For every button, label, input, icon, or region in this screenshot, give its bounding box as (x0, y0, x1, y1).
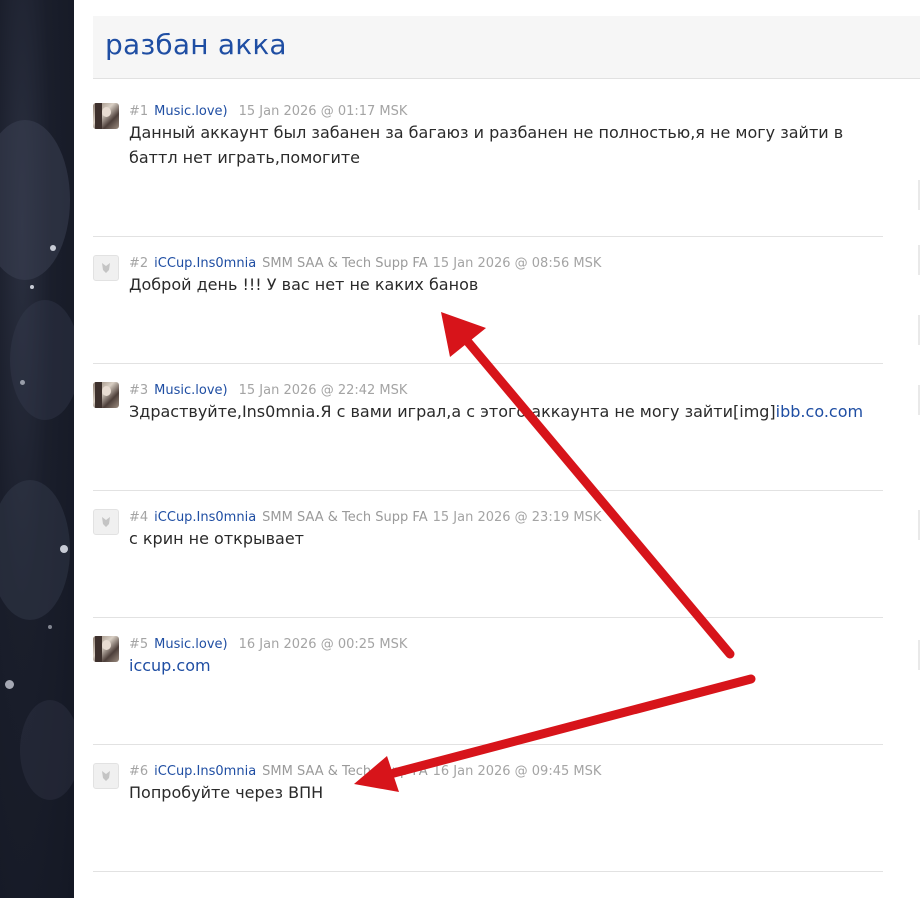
post-separator (93, 490, 883, 491)
user-avatar[interactable] (93, 763, 119, 789)
post-meta: #3 Music.love) 15 Jan 2026 @ 22:42 MSK (129, 383, 407, 399)
post-text: Здраствуйте,Ins0mnia.Я с вами играл,а с … (129, 402, 776, 421)
background-artwork (0, 0, 74, 898)
post-number[interactable]: #4 (129, 510, 148, 525)
default-avatar-icon (102, 517, 110, 527)
user-avatar[interactable] (93, 636, 119, 662)
post-number[interactable]: #5 (129, 637, 148, 652)
post-number[interactable]: #3 (129, 383, 148, 398)
post-link[interactable]: iccup.com (129, 656, 211, 675)
post-meta: #1 Music.love) 15 Jan 2026 @ 01:17 MSK (129, 104, 407, 120)
post-date: 15 Jan 2026 @ 08:56 MSK (432, 256, 602, 271)
default-avatar-icon (102, 771, 110, 781)
post-author-link[interactable]: Music.love) (154, 104, 227, 119)
post-meta: #4 iCCup.Ins0mnia SMM SAA & Tech Supp FA 15… (129, 510, 601, 526)
post-meta: #6 iCCup.Ins0mnia SMM SAA & Tech Supp FA 16… (129, 764, 601, 780)
post-number[interactable]: #2 (129, 256, 148, 271)
user-avatar[interactable] (93, 103, 119, 129)
user-role: SMM SAA & Tech Supp FA (262, 510, 428, 525)
post-separator (93, 744, 883, 745)
topic-header: разбан акка (93, 16, 920, 79)
user-role: SMM SAA & Tech Supp FA (262, 256, 428, 271)
post-author-link[interactable]: Music.love) (154, 637, 227, 652)
post-meta: #2 iCCup.Ins0mnia SMM SAA & Tech Supp FA 15… (129, 256, 601, 272)
post-body: Данный аккаунт был забанен за багаюз и р… (129, 123, 844, 167)
post-body: с крин не открывает (129, 529, 304, 548)
default-avatar-icon (102, 263, 110, 273)
post-separator (93, 617, 883, 618)
post-date: 15 Jan 2026 @ 01:17 MSK (238, 104, 408, 119)
post-author-link[interactable]: Music.love) (154, 383, 227, 398)
post-body: Попробуйте через ВПН (129, 783, 324, 802)
post-number[interactable]: #6 (129, 764, 148, 779)
forum-topic: разбан акка #1 Music.love) 15 Jan 2026 @ 0… (74, 0, 920, 898)
post-date: 16 Jan 2026 @ 09:45 MSK (432, 764, 602, 779)
post-number[interactable]: #1 (129, 104, 148, 119)
post-date: 15 Jan 2026 @ 23:19 MSK (432, 510, 602, 525)
post-meta: #5 Music.love) 16 Jan 2026 @ 00:25 MSK (129, 637, 407, 653)
post-author-link[interactable]: iCCup.Ins0mnia (154, 510, 256, 525)
post-body: Доброй день !!! У вас нет не каких банов (129, 275, 479, 294)
user-avatar[interactable] (93, 255, 119, 281)
post-separator (93, 871, 883, 872)
post-body: Здраствуйте,Ins0mnia.Я с вами играл,а с … (129, 399, 879, 424)
user-avatar[interactable] (93, 382, 119, 408)
post-author-link[interactable]: iCCup.Ins0mnia (154, 764, 256, 779)
topic-title: разбан акка (105, 28, 287, 61)
post-body: iccup.com (129, 653, 879, 678)
post-date: 15 Jan 2026 @ 22:42 MSK (238, 383, 408, 398)
post-author-link[interactable]: iCCup.Ins0mnia (154, 256, 256, 271)
post-separator (93, 236, 883, 237)
post-link[interactable]: ibb.co.com (776, 402, 863, 421)
post-separator (93, 363, 883, 364)
user-avatar[interactable] (93, 509, 119, 535)
user-role: SMM SAA & Tech Supp FA (262, 764, 428, 779)
post-date: 16 Jan 2026 @ 00:25 MSK (238, 637, 408, 652)
